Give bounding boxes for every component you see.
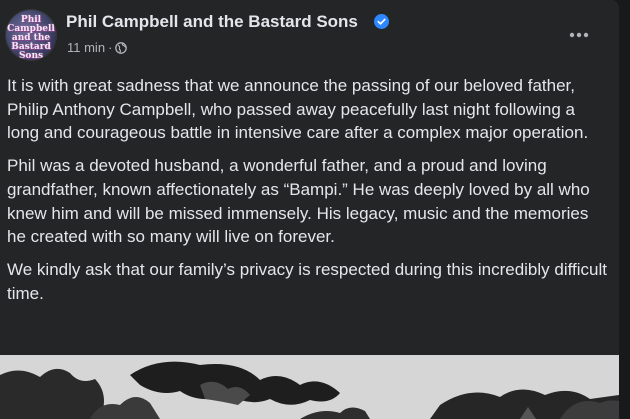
more-options-icon <box>569 32 589 38</box>
post-timestamp[interactable]: 11 min <box>67 40 105 55</box>
page-avatar[interactable]: Phil Campbell and the Bastard Sons <box>6 10 56 60</box>
post-paragraph-1: It is with great sadness that we announc… <box>7 76 589 143</box>
globe-icon[interactable] <box>115 41 128 54</box>
post-body: It is with great sadness that we announc… <box>7 74 607 314</box>
photo-foliage-image <box>0 355 619 419</box>
post-photo[interactable] <box>0 355 619 419</box>
page-name-link[interactable]: Phil Campbell and the Bastard Sons <box>66 12 358 32</box>
more-options-button[interactable] <box>562 22 596 48</box>
avatar-logo-text: Phil Campbell and the Bastard Sons <box>7 15 55 61</box>
verified-badge-icon <box>374 14 389 29</box>
post-meta: 11 min · <box>67 40 128 55</box>
post-card: Phil Campbell and the Bastard Sons Phil … <box>0 0 619 419</box>
page-scrollbar[interactable] <box>619 0 630 419</box>
post-paragraph-3: We kindly ask that our family’s privacy … <box>7 259 607 303</box>
post-paragraph-2: Phil was a devoted husband, a wonderful … <box>7 156 590 247</box>
meta-separator: · <box>108 40 113 55</box>
